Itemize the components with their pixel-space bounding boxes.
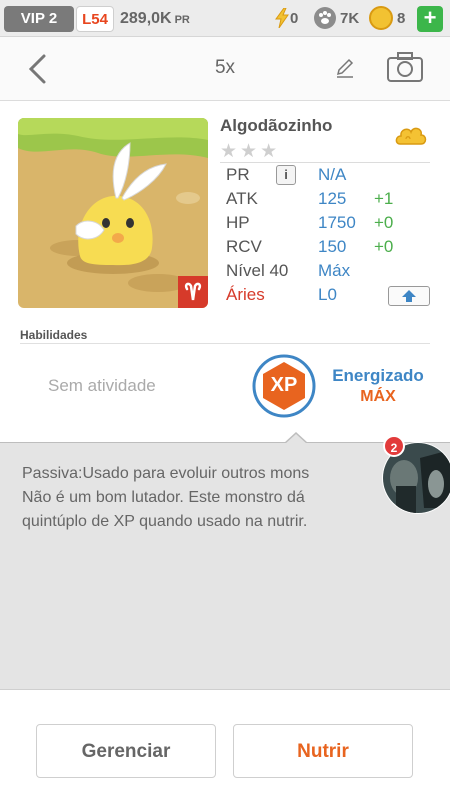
xp-badge-label: XP: [270, 374, 298, 396]
cloud-element-icon: [395, 127, 427, 145]
stat-value: 1750: [318, 213, 356, 232]
coin-icon: [369, 6, 393, 30]
aries-icon: [184, 282, 202, 301]
page-title: 5x: [214, 57, 236, 78]
zodiac-label: Áries: [226, 285, 265, 304]
stat-row-sign: Áries L0: [220, 283, 430, 307]
stat-label: PR: [226, 165, 250, 184]
stat-value: 125: [318, 189, 347, 208]
energized-label: Energizado: [332, 366, 424, 385]
camera-icon[interactable]: [386, 51, 424, 83]
stats-table: PR i N/A ATK 125 +1 HP 1750 +0 RCV 150 +…: [220, 162, 430, 307]
player-level: L54: [76, 6, 114, 32]
coin-count: 8: [397, 10, 406, 27]
energy-icon: [275, 8, 289, 28]
stat-value: N/A: [318, 165, 347, 184]
stat-bonus: +1: [374, 189, 394, 208]
energized-max-label: MÁX: [360, 388, 396, 405]
abilities-title: Habilidades: [20, 328, 88, 342]
stat-row-atk: ATK 125 +1: [220, 187, 430, 211]
description-text: Passiva:Usado para evoluir outros mons N…: [22, 462, 392, 534]
monster-name: Algodãozinho: [220, 116, 333, 135]
add-currency-button[interactable]: +: [417, 6, 443, 32]
no-activity-label: Sem atividade: [48, 376, 156, 395]
energy-count: 0: [290, 10, 299, 27]
stat-bonus: +0: [374, 237, 394, 256]
description-line: Não é um bom lutador. Este monstro dá: [22, 489, 305, 506]
vip-badge[interactable]: VIP 2: [4, 6, 74, 32]
rarity-stars: ★★★: [220, 141, 281, 162]
stat-row-level: Nível 40 Máx: [220, 259, 430, 283]
paw-icon: [314, 7, 336, 29]
pr-amount: 289,0K PR: [120, 6, 190, 32]
edit-icon[interactable]: [334, 57, 356, 79]
stat-row-rcv: RCV 150 +0: [220, 235, 430, 259]
xp-ability-badge[interactable]: XP: [252, 354, 316, 418]
zodiac-level: L0: [318, 285, 337, 304]
stat-value: 150: [318, 237, 347, 256]
info-button[interactable]: i: [276, 165, 296, 185]
level-label: Nível 40: [226, 261, 289, 280]
status-bar: VIP 2 L54 289,0K PR 0 7K 8 +: [0, 0, 450, 37]
divider: [20, 343, 430, 344]
nav-header: 5x: [0, 37, 450, 101]
monster-portrait[interactable]: [18, 118, 208, 308]
stat-row-hp: HP 1750 +0: [220, 211, 430, 235]
pr-amount-value: 289,0K: [120, 10, 172, 27]
pr-unit: PR: [174, 14, 190, 26]
description-line: Passiva:Usado para evoluir outros mons: [22, 465, 310, 482]
stat-label: RCV: [226, 237, 262, 256]
arrow-up-icon: [402, 290, 416, 302]
stat-label: ATK: [226, 189, 258, 208]
level-value: Máx: [318, 261, 351, 280]
description-line: quintúplo de XP quando usado na nutrir.: [22, 513, 308, 530]
panel-pointer-fill: [285, 434, 307, 444]
paw-count: 7K: [340, 10, 360, 27]
upgrade-sign-button[interactable]: [388, 286, 430, 306]
manage-button[interactable]: Gerenciar: [36, 724, 216, 778]
chat-unread-badge: 2: [383, 435, 405, 457]
stat-bonus: +0: [374, 213, 394, 232]
feed-button[interactable]: Nutrir: [233, 724, 413, 778]
stat-label: HP: [226, 213, 250, 232]
stat-row-pr: PR i N/A: [220, 163, 430, 187]
